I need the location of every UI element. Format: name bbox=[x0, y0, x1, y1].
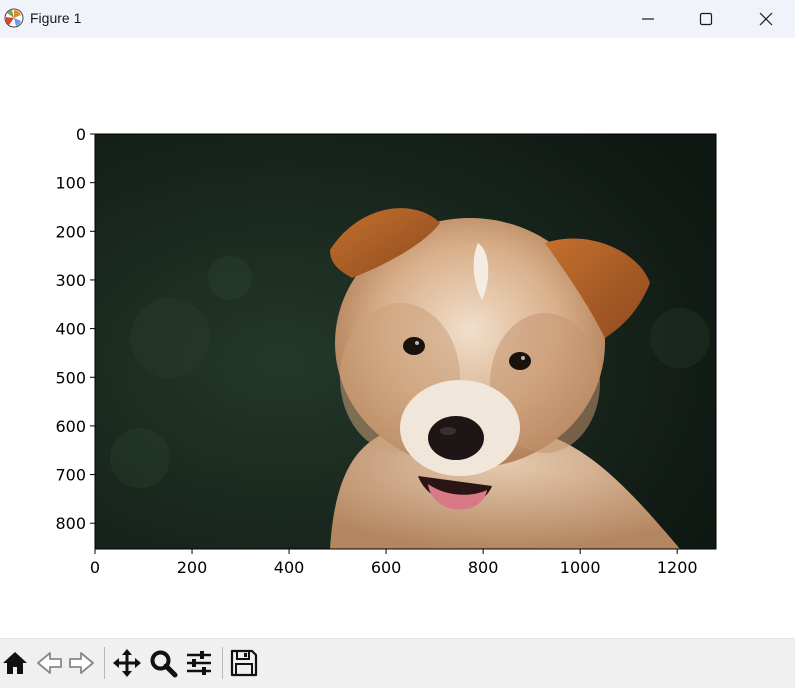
x-axis: 0 200 400 600 800 1000 1200 bbox=[90, 549, 698, 577]
y-tick-label: 300 bbox=[55, 271, 86, 290]
puppy-photo bbox=[95, 134, 716, 549]
matplotlib-icon bbox=[4, 8, 24, 28]
figure-canvas[interactable]: 0 200 400 600 800 1000 1200 0 100 200 300 400 500 60… bbox=[0, 38, 795, 638]
x-tick-label: 600 bbox=[371, 558, 402, 577]
save-icon bbox=[230, 649, 258, 677]
y-tick-label: 100 bbox=[55, 174, 86, 193]
pan-icon bbox=[113, 649, 141, 677]
x-tick-label: 0 bbox=[90, 558, 100, 577]
forward-icon bbox=[69, 652, 94, 674]
configure-subplots-button[interactable] bbox=[184, 648, 214, 678]
minimize-icon bbox=[642, 18, 654, 20]
toolbar-separator bbox=[104, 647, 105, 679]
x-tick-label: 1000 bbox=[560, 558, 601, 577]
forward-button[interactable] bbox=[67, 648, 97, 678]
x-tick-label: 1200 bbox=[657, 558, 698, 577]
back-button[interactable] bbox=[34, 648, 64, 678]
y-tick-label: 200 bbox=[55, 222, 86, 241]
toolbar-separator bbox=[222, 647, 223, 679]
maximize-button[interactable] bbox=[677, 0, 735, 38]
home-button[interactable] bbox=[0, 648, 30, 678]
x-tick-label: 800 bbox=[468, 558, 499, 577]
y-tick-label: 500 bbox=[55, 368, 86, 387]
maximize-icon bbox=[699, 12, 713, 26]
close-icon bbox=[759, 12, 773, 26]
y-tick-label: 400 bbox=[55, 320, 86, 339]
zoom-button[interactable] bbox=[148, 648, 178, 678]
pan-button[interactable] bbox=[112, 648, 142, 678]
save-button[interactable] bbox=[229, 648, 259, 678]
home-icon bbox=[3, 652, 27, 674]
y-tick-label: 0 bbox=[76, 125, 86, 144]
navigation-toolbar bbox=[0, 638, 795, 688]
configure-subplots-icon bbox=[187, 651, 211, 675]
y-tick-label: 700 bbox=[55, 466, 86, 485]
y-tick-label: 600 bbox=[55, 417, 86, 436]
zoom-icon bbox=[150, 650, 178, 678]
back-icon bbox=[37, 652, 62, 674]
y-axis: 0 100 200 300 400 500 600 700 800 bbox=[55, 125, 95, 533]
minimize-button[interactable] bbox=[619, 0, 677, 38]
window-title: Figure 1 bbox=[30, 10, 82, 26]
y-tick-label: 800 bbox=[55, 514, 86, 533]
close-button[interactable] bbox=[737, 0, 795, 38]
x-tick-label: 200 bbox=[177, 558, 208, 577]
x-tick-label: 400 bbox=[274, 558, 305, 577]
window-titlebar: Figure 1 bbox=[0, 0, 795, 38]
